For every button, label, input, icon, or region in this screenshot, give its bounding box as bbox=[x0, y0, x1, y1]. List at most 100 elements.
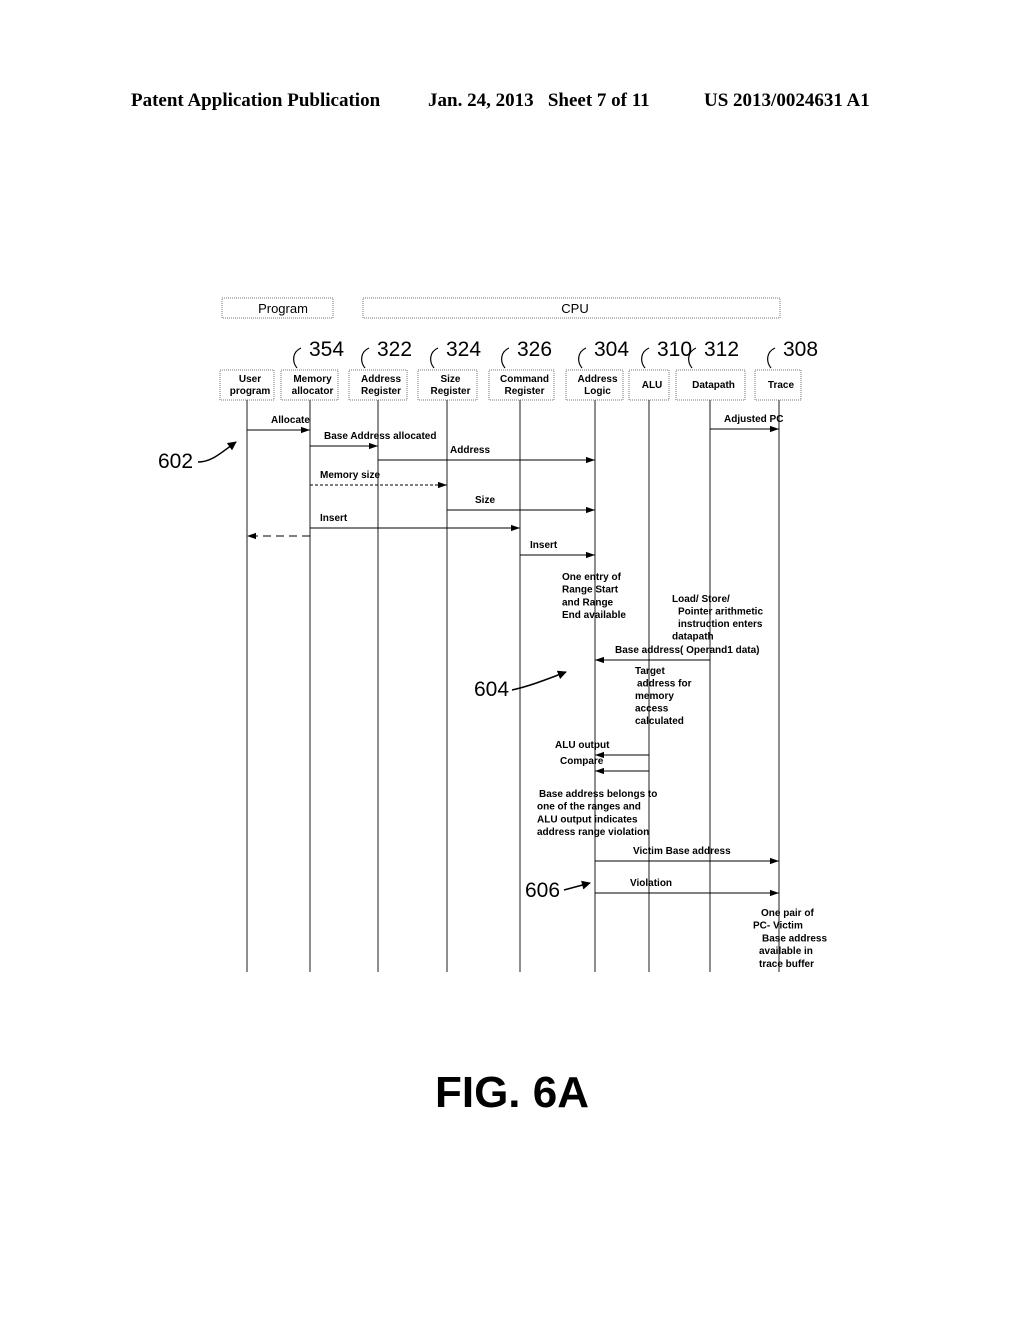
message-arrow: Size bbox=[447, 495, 595, 514]
ref-number: 308 bbox=[783, 338, 818, 361]
message-label: Adjusted PC bbox=[724, 414, 783, 425]
note-line: one of the ranges and bbox=[537, 802, 641, 813]
ref-leader bbox=[361, 347, 370, 369]
message-arrow: Base address( Operand1 data) bbox=[595, 645, 760, 664]
group-label: Program bbox=[258, 301, 308, 316]
participant-label: Command bbox=[500, 374, 549, 385]
message-label: Insert bbox=[530, 540, 558, 551]
ref-leader bbox=[293, 347, 302, 369]
message-label: Insert bbox=[320, 513, 348, 524]
sequence-diagram: Program CPU Userprogram Memoryallocator 35… bbox=[158, 297, 827, 972]
group-cpu: CPU bbox=[362, 297, 781, 319]
note-line: Base address belongs to bbox=[539, 789, 657, 800]
note: Load/ Store/Pointer arithmeticinstructio… bbox=[672, 594, 763, 643]
message-arrow: Insert bbox=[520, 540, 595, 559]
participant-label: Register bbox=[361, 386, 401, 397]
callout-number: 604 bbox=[474, 678, 509, 701]
group-label: CPU bbox=[561, 301, 588, 316]
participant-label: Address bbox=[361, 374, 401, 385]
note: One pair of PC- VictimBase address availab… bbox=[753, 908, 827, 970]
ref-number: 326 bbox=[517, 338, 552, 361]
message-arrow: Insert bbox=[310, 513, 520, 532]
note-line: calculated bbox=[635, 716, 684, 727]
participant-label: program bbox=[230, 386, 271, 397]
message-label: Memory size bbox=[320, 470, 380, 481]
message-label: Compare bbox=[560, 756, 604, 767]
participant: Userprogram bbox=[219, 369, 275, 401]
note-line: available in bbox=[759, 946, 813, 957]
participant: Trace 308 bbox=[754, 338, 818, 401]
participant-label: ALU bbox=[642, 380, 663, 391]
message-label: ALU output bbox=[555, 740, 610, 751]
callout-number: 606 bbox=[525, 879, 560, 902]
note-line: memory bbox=[635, 691, 674, 702]
note-line: address range violation bbox=[537, 827, 649, 838]
message-arrow: ALU output bbox=[555, 740, 649, 759]
group-program: Program bbox=[221, 297, 334, 319]
message-arrow: Adjusted PC bbox=[710, 414, 783, 433]
participant: Memoryallocator 354 bbox=[280, 338, 344, 401]
ref-number: 304 bbox=[594, 338, 629, 361]
note-line: One entry of bbox=[562, 572, 622, 583]
note: Target address formemory accesscalculated bbox=[635, 666, 692, 727]
callout-arrow-icon bbox=[197, 441, 237, 463]
note-line: Target bbox=[635, 666, 665, 677]
message-arrow: Base Address allocated bbox=[310, 431, 436, 450]
note: One entry of Range Startand Range End avai… bbox=[562, 572, 626, 621]
callout-602: 602 bbox=[158, 441, 237, 473]
participant: SizeRegister 324 bbox=[417, 338, 481, 401]
figure-label: FIG. 6A bbox=[434, 1068, 590, 1117]
participant: CommandRegister 326 bbox=[488, 338, 555, 401]
participant-label: Trace bbox=[768, 380, 795, 391]
note-line: One pair of bbox=[761, 908, 814, 919]
message-label: Base address( Operand1 data) bbox=[615, 645, 760, 656]
participant-label: allocator bbox=[292, 386, 334, 397]
ref-leader bbox=[430, 347, 439, 369]
participant: AddressLogic 304 bbox=[565, 338, 629, 401]
participant-label: Size bbox=[440, 374, 460, 385]
participant-label: Memory bbox=[293, 374, 332, 385]
message-arrow: Victim Base address bbox=[595, 846, 779, 865]
ref-number: 354 bbox=[309, 338, 344, 361]
note-line: access bbox=[635, 704, 669, 715]
participant-label: User bbox=[239, 374, 261, 385]
callout-606: 606 bbox=[525, 879, 591, 902]
callout-number: 602 bbox=[158, 450, 193, 473]
message-arrow: Compare bbox=[560, 756, 649, 775]
message-label: Violation bbox=[630, 878, 672, 889]
message-arrow: Violation bbox=[595, 878, 779, 897]
message-arrow: Address bbox=[378, 445, 595, 464]
ref-number: 310 bbox=[657, 338, 692, 361]
message-label: Allocate bbox=[271, 415, 310, 426]
note-line: and Range bbox=[562, 597, 614, 608]
note-line: Range Start bbox=[562, 585, 619, 596]
note-line: PC- Victim bbox=[753, 921, 803, 932]
participant-label: Datapath bbox=[692, 380, 735, 391]
note-line: address for bbox=[637, 679, 692, 690]
message-label: Address bbox=[450, 445, 490, 456]
participant-label: Register bbox=[504, 386, 544, 397]
ref-leader bbox=[578, 347, 587, 369]
note-line: End available bbox=[562, 610, 626, 621]
participant-label: Logic bbox=[584, 386, 611, 397]
message-label: Base Address allocated bbox=[324, 431, 436, 442]
note-line: Base address bbox=[762, 933, 827, 944]
message-label: Victim Base address bbox=[633, 846, 731, 857]
note-line: trace buffer bbox=[759, 959, 814, 970]
participant-label: Address bbox=[577, 374, 617, 385]
ref-number: 322 bbox=[377, 338, 412, 361]
note-line: Load/ Store/ bbox=[672, 594, 730, 605]
message-arrow: Allocate bbox=[247, 415, 310, 434]
ref-leader bbox=[767, 347, 776, 369]
note-line: instruction enters bbox=[678, 619, 763, 630]
ref-leader bbox=[641, 347, 650, 369]
note: Base address belongs to one of the ranges… bbox=[537, 789, 657, 838]
ref-number: 324 bbox=[446, 338, 481, 361]
ref-number: 312 bbox=[704, 338, 739, 361]
participant: AddressRegister 322 bbox=[348, 338, 412, 401]
note-line: datapath bbox=[672, 632, 714, 643]
participant-label: Register bbox=[430, 386, 470, 397]
callout-arrow-icon bbox=[563, 880, 591, 891]
ref-leader bbox=[501, 347, 510, 369]
note-line: ALU output indicates bbox=[537, 814, 638, 825]
